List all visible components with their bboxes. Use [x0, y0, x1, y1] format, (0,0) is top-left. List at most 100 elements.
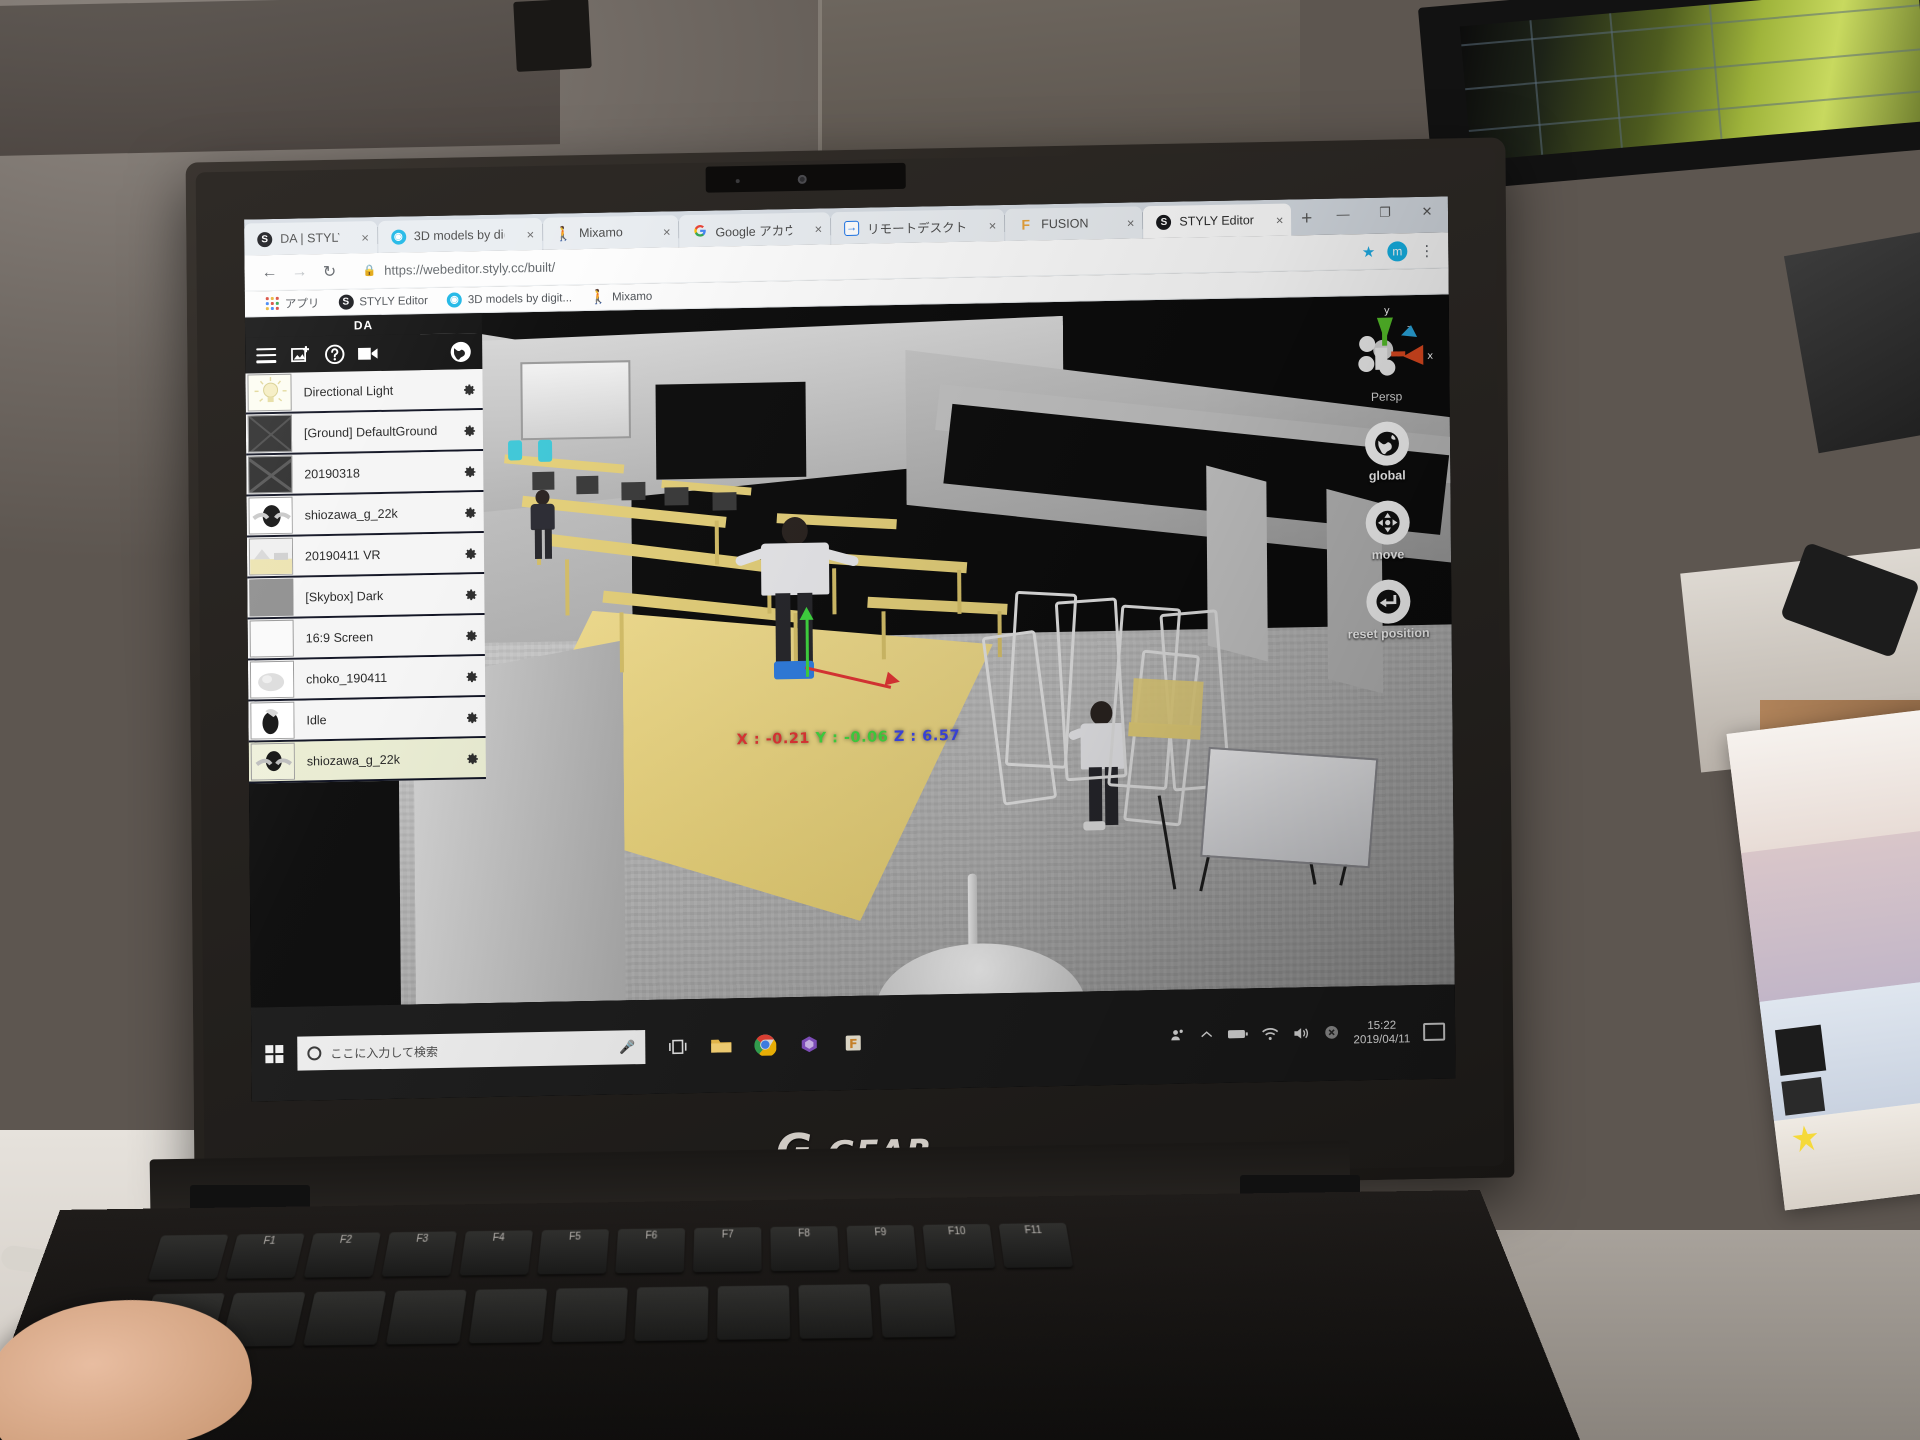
tab-close-button[interactable]: × — [800, 221, 822, 236]
error-icon[interactable] — [1323, 1024, 1340, 1044]
view-orientation-gizmo[interactable]: y x z — [1331, 301, 1442, 395]
settings-gear-icon[interactable] — [454, 503, 484, 521]
key-f11[interactable]: F11 — [998, 1222, 1074, 1268]
browser-tab[interactable]: Google アカウント × — [679, 212, 831, 248]
settings-gear-icon[interactable] — [454, 544, 484, 562]
profile-avatar[interactable]: m — [1387, 240, 1408, 262]
show-hidden-icons-icon[interactable] — [1199, 1027, 1214, 1045]
list-item[interactable]: 20190411 VR — [246, 533, 485, 579]
key-f8[interactable]: F8 — [770, 1226, 840, 1272]
volume-icon[interactable] — [1292, 1025, 1310, 1044]
tab-close-button[interactable]: × — [1113, 215, 1135, 230]
reset-position-button[interactable] — [1366, 579, 1411, 625]
key-f6[interactable]: F6 — [615, 1228, 686, 1274]
list-item[interactable]: choko_190411 — [247, 656, 486, 702]
key-esc[interactable] — [147, 1234, 229, 1280]
chrome-icon[interactable] — [747, 1026, 783, 1063]
bookmark-item[interactable]: S STYLY Editor — [331, 291, 435, 312]
key-f7[interactable]: F7 — [693, 1227, 762, 1273]
tab-title: FUSION — [1041, 216, 1089, 232]
people-icon[interactable] — [1169, 1027, 1186, 1047]
battery-icon[interactable] — [1227, 1027, 1249, 1043]
list-item[interactable]: 16:9 Screen — [247, 615, 485, 661]
camera-icon[interactable] — [357, 342, 379, 364]
windows-start-icon[interactable] — [251, 1031, 297, 1078]
list-item[interactable]: [Skybox] Dark — [247, 574, 485, 620]
help-icon[interactable] — [323, 343, 345, 365]
key-f9[interactable]: F9 — [846, 1225, 918, 1271]
tab-close-button[interactable]: × — [649, 224, 671, 239]
settings-gear-icon[interactable] — [452, 380, 482, 398]
key-row2[interactable] — [468, 1288, 548, 1344]
tab-close-button[interactable]: × — [1262, 212, 1284, 227]
tab-title: Google アカウント — [715, 222, 793, 240]
globe-icon[interactable] — [448, 339, 472, 363]
transform-gizmo[interactable] — [799, 606, 925, 715]
unity-icon[interactable] — [791, 1026, 827, 1063]
back-button[interactable]: ← — [254, 257, 284, 288]
global-tool-button[interactable] — [1364, 421, 1410, 467]
menu-icon[interactable] — [255, 344, 277, 366]
tab-close-button[interactable]: × — [512, 226, 534, 241]
key-f10[interactable]: F10 — [922, 1223, 996, 1269]
settings-gear-icon[interactable] — [453, 462, 483, 480]
browser-tab[interactable]: ◉ 3D models by digitalan × — [377, 217, 543, 253]
settings-gear-icon[interactable] — [456, 749, 486, 767]
bookmark-item[interactable]: アプリ — [259, 292, 327, 313]
task-view-icon[interactable] — [659, 1028, 695, 1065]
taskbar-clock[interactable]: 15:22 2019/04/11 — [1353, 1018, 1410, 1048]
bookmark-item[interactable]: 🚶 Mixamo — [584, 287, 659, 307]
browser-tab[interactable]: 🚶 Mixamo × — [542, 215, 679, 250]
bookmark-star-icon[interactable]: ★ — [1362, 242, 1376, 260]
key-f3[interactable]: F3 — [381, 1231, 457, 1277]
search-input[interactable]: ここに入力して検索 🎤 — [297, 1029, 646, 1071]
browser-tab[interactable]: F FUSION × — [1005, 206, 1143, 241]
kebab-menu-icon[interactable]: ⋮ — [1419, 241, 1434, 259]
key-row2[interactable] — [551, 1287, 628, 1343]
key-f5[interactable]: F5 — [537, 1229, 610, 1275]
fusion360-icon[interactable]: F — [835, 1025, 871, 1062]
wifi-icon[interactable] — [1261, 1025, 1279, 1044]
list-item[interactable]: [Ground] DefaultGround — [245, 410, 484, 456]
bookmark-item[interactable]: ◉ 3D models by digit... — [440, 288, 579, 310]
minimize-button[interactable]: — — [1322, 198, 1364, 229]
tab-close-button[interactable]: × — [347, 230, 369, 245]
key-row2[interactable] — [385, 1289, 467, 1345]
list-item[interactable]: Idle — [248, 697, 486, 743]
key-row2[interactable] — [878, 1283, 956, 1338]
settings-gear-icon[interactable] — [455, 626, 485, 644]
action-center-icon[interactable] — [1423, 1022, 1446, 1042]
forward-button[interactable]: → — [284, 257, 314, 288]
list-item[interactable]: 20190318 — [246, 451, 484, 497]
maximize-button[interactable]: ❐ — [1364, 197, 1406, 228]
key-row2[interactable] — [303, 1290, 387, 1346]
settings-gear-icon[interactable] — [455, 667, 485, 685]
add-asset-icon[interactable] — [289, 343, 311, 365]
key-f2[interactable]: F2 — [303, 1232, 381, 1278]
settings-gear-icon[interactable] — [455, 708, 485, 726]
new-tab-button[interactable]: + — [1291, 203, 1322, 236]
move-tool-button[interactable] — [1365, 500, 1410, 546]
remote-desktop-icon: → — [843, 220, 860, 236]
settings-gear-icon[interactable] — [453, 421, 483, 439]
scene-window-dark — [655, 381, 807, 480]
list-item[interactable]: Directional Light — [245, 369, 483, 415]
close-window-button[interactable]: ✕ — [1406, 196, 1448, 227]
bookmark-label: Mixamo — [611, 290, 653, 303]
key-row2[interactable] — [798, 1284, 874, 1339]
file-explorer-icon[interactable] — [703, 1027, 739, 1064]
settings-gear-icon[interactable] — [454, 585, 484, 603]
object-thumbnail — [250, 701, 295, 740]
browser-tab[interactable]: → リモートデスクトップアクセ × — [830, 208, 1005, 245]
key-f1[interactable]: F1 — [225, 1233, 305, 1279]
key-f4[interactable]: F4 — [459, 1230, 533, 1276]
browser-tab[interactable]: S DA | STYLY × — [244, 221, 378, 256]
key-row2[interactable] — [717, 1285, 791, 1340]
reload-button[interactable]: ↻ — [314, 256, 344, 287]
list-item[interactable]: shiozawa_g_22k — [246, 492, 484, 538]
microphone-icon[interactable]: 🎤 — [619, 1039, 635, 1055]
key-row2[interactable] — [634, 1286, 709, 1341]
tab-close-button[interactable]: × — [975, 218, 997, 233]
list-item-selected[interactable]: shiozawa_g_22k — [248, 738, 486, 784]
browser-tab-active[interactable]: S STYLY Editor × — [1143, 203, 1292, 239]
